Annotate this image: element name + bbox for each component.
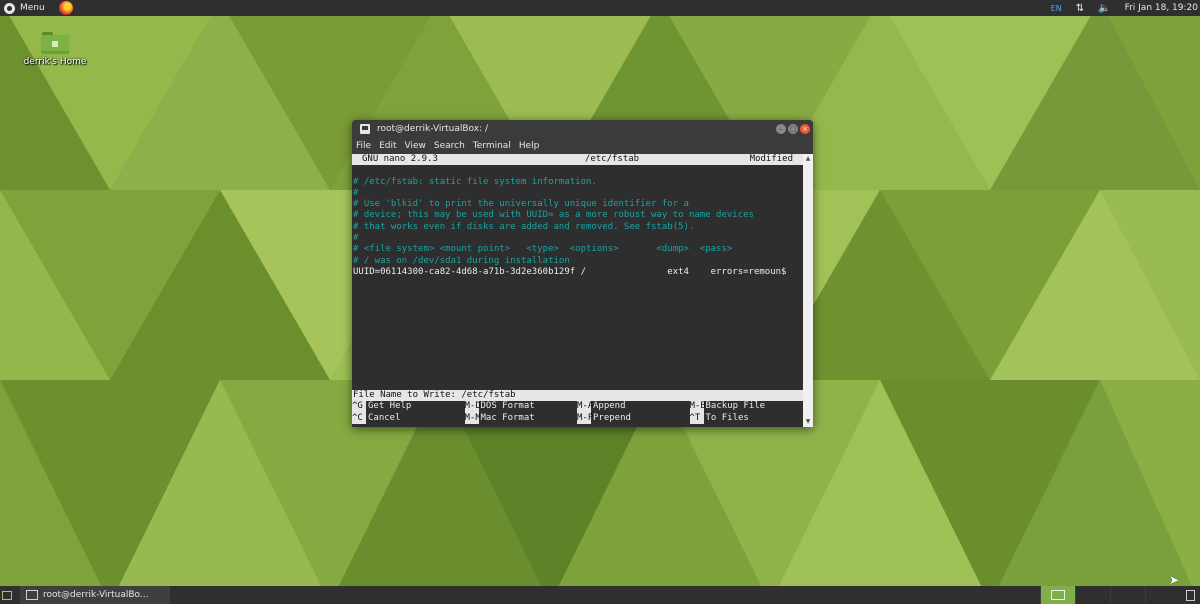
menu-help[interactable]: Help (519, 141, 540, 151)
file-line: # /etc/fstab: static file system informa… (353, 176, 597, 187)
taskbar-item-terminal[interactable]: root@derrik-VirtualBo... (20, 586, 170, 604)
system-tray: EN ⇅ 🔈 Fri Jan 18, 19:20 (1051, 0, 1200, 16)
workspace-4[interactable] (1145, 586, 1180, 604)
shortcut-desc: Cancel (368, 412, 401, 423)
file-line: # / was on /dev/sda1 during installation (353, 255, 570, 266)
terminal-menubar: File Edit View Search Terminal Help (352, 138, 813, 154)
file-line: UUID=06114300-ca82-4d68-a71b-3d2e360b129… (353, 266, 787, 277)
workspace-switcher (1040, 586, 1180, 604)
file-line: # device; this may be used with UUID= as… (353, 210, 754, 221)
terminal-window: root@derrik-VirtualBox: / – □ × File Edi… (352, 120, 813, 427)
shortcut-key: M-D (464, 401, 481, 413)
menu-view[interactable]: View (405, 141, 426, 151)
menu-terminal[interactable]: Terminal (473, 141, 511, 151)
trash-icon (1185, 589, 1195, 601)
nano-filename: /etc/fstab (584, 154, 640, 164)
menu-edit[interactable]: Edit (379, 141, 396, 151)
firefox-icon[interactable] (58, 1, 73, 15)
shortcut-desc: Append (593, 401, 626, 412)
mint-logo-icon (4, 2, 15, 14)
shortcut-desc: Prepend (593, 412, 631, 423)
network-icon[interactable]: ⇅ (1076, 3, 1084, 14)
trash-button[interactable] (1180, 586, 1200, 604)
nano-version: GNU nano 2.9.3 (362, 154, 438, 164)
file-line: # (353, 233, 359, 244)
shortcut-row-1: ^G Get Help M-D DOS Format M-A Append M-… (352, 401, 803, 413)
window-controls: – □ × (776, 124, 813, 134)
close-button[interactable]: × (800, 124, 810, 134)
menu-search[interactable]: Search (434, 141, 465, 151)
shortcut-key: ^G (352, 401, 366, 413)
shortcut-desc: Backup File (705, 401, 766, 412)
shortcut-to-files[interactable]: ^T To Files (689, 412, 803, 424)
nano-footer: File Name to Write: /etc/fstab ^G Get He… (352, 390, 803, 424)
save-prompt[interactable]: File Name to Write: /etc/fstab (352, 390, 803, 402)
home-folder-icon (41, 32, 69, 54)
menu-file[interactable]: File (356, 141, 371, 151)
shortcut-key: M-M (464, 412, 481, 424)
shortcut-row-2: ^C Cancel M-M Mac Format M-P Prepend ^T … (352, 412, 803, 424)
shortcut-cancel[interactable]: ^C Cancel (352, 412, 465, 424)
file-line: # Use 'blkid' to print the universally u… (353, 199, 689, 210)
shortcut-key: M-P (577, 412, 594, 424)
shortcut-desc: Get Help (368, 401, 412, 412)
show-desktop-icon (2, 590, 12, 600)
taskbar-item-label: root@derrik-VirtualBo... (43, 590, 149, 600)
workspace-1[interactable] (1040, 586, 1075, 604)
shortcut-desc: DOS Format (480, 401, 535, 412)
shortcut-desc: Mac Format (480, 412, 535, 423)
scroll-down-arrow-icon[interactable]: ▼ (805, 419, 811, 425)
file-line: # <file system> <mount point> <type> <op… (353, 244, 733, 255)
shortcut-get-help[interactable]: ^G Get Help (352, 401, 465, 413)
terminal-scrollbar[interactable]: ▲ ▼ (803, 154, 813, 427)
bottom-panel: root@derrik-VirtualBo... (0, 586, 1200, 604)
shortcut-desc: To Files (705, 412, 749, 423)
keyboard-layout-indicator[interactable]: EN (1051, 4, 1062, 13)
shortcut-append[interactable]: M-A Append (577, 401, 690, 413)
terminal-task-icon (26, 590, 38, 600)
minimize-button[interactable]: – (776, 124, 786, 134)
file-line: # (353, 187, 359, 198)
shortcut-mac-format[interactable]: M-M Mac Format (464, 412, 578, 424)
shortcut-prepend[interactable]: M-P Prepend (577, 412, 690, 424)
file-line: # that works even if disks are added and… (353, 221, 695, 232)
shortcut-key: ^T (689, 412, 704, 424)
top-panel: Menu EN ⇅ 🔈 Fri Jan 18, 19:20 (0, 0, 1200, 16)
desktop: Menu EN ⇅ 🔈 Fri Jan 18, 19:20 derrik's H… (0, 0, 1200, 604)
window-title: root@derrik-VirtualBox: / (377, 124, 489, 134)
maximize-button[interactable]: □ (788, 124, 798, 134)
desktop-icon-label: derrik's Home (23, 57, 87, 67)
mouse-pointer-icon: ➤ (1169, 573, 1180, 587)
menu-label: Menu (20, 3, 45, 13)
scroll-up-arrow-icon[interactable]: ▲ (805, 156, 811, 162)
workspace-2[interactable] (1075, 586, 1110, 604)
show-desktop-button[interactable] (0, 586, 14, 604)
shortcut-dos-format[interactable]: M-D DOS Format (464, 401, 578, 413)
nano-header: GNU nano 2.9.3 /etc/fstab Modified (352, 154, 803, 166)
nano-status: Modified (749, 154, 793, 164)
shortcut-key: M-A (577, 401, 594, 413)
workspace-3[interactable] (1110, 586, 1145, 604)
shortcut-key: M-B (689, 401, 706, 413)
terminal-icon (360, 124, 370, 134)
desktop-home-folder[interactable]: derrik's Home (22, 32, 88, 67)
volume-icon[interactable]: 🔈 (1098, 3, 1110, 14)
window-titlebar[interactable]: root@derrik-VirtualBox: / – □ × (352, 120, 813, 138)
clock[interactable]: Fri Jan 18, 19:20 (1125, 3, 1198, 13)
terminal-content[interactable]: GNU nano 2.9.3 /etc/fstab Modified # /et… (352, 154, 803, 427)
menu-button[interactable]: Menu (0, 0, 51, 16)
shortcut-key: ^C (352, 412, 366, 424)
shortcut-backup-file[interactable]: M-B Backup File (689, 401, 803, 413)
